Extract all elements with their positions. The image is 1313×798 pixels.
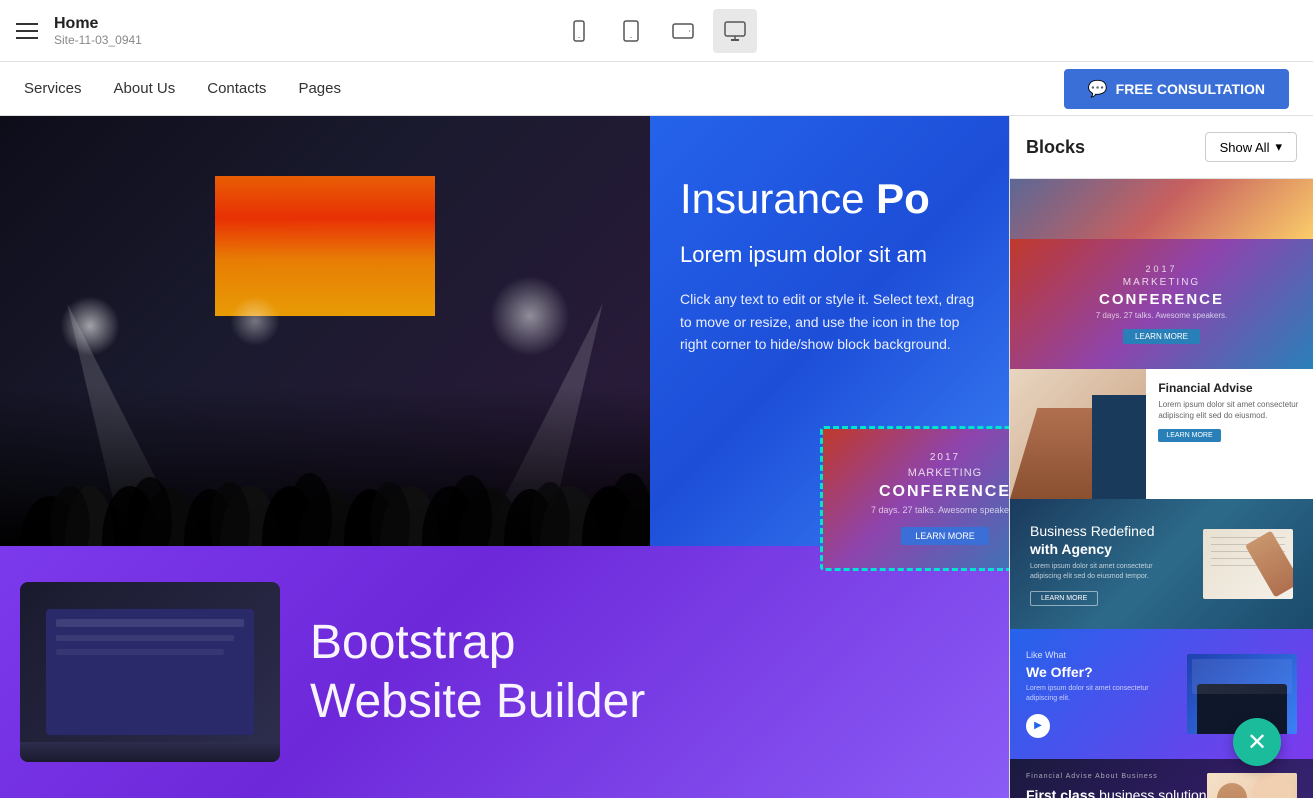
dashed-card-conference: CONFERENCE xyxy=(879,483,1009,501)
hero-title-insurance: Insurance xyxy=(680,175,876,222)
laptop-keyboard xyxy=(20,742,280,762)
show-all-button[interactable]: Show All ▾ xyxy=(1205,132,1297,162)
hero-title: Insurance Po xyxy=(680,176,979,222)
block-partial-top[interactable] xyxy=(1010,179,1313,239)
bo-title: We Offer? xyxy=(1026,664,1166,680)
bb-learn-more-btn[interactable]: LEARN MORE xyxy=(1030,591,1098,606)
bootstrap-section: Bootstrap Website Builder xyxy=(0,546,1009,798)
financial-content: Financial Advise Lorem ipsum dolor sit a… xyxy=(1146,369,1313,499)
bm-conference: CONFERENCE xyxy=(1099,291,1224,308)
sidebar-blocks-list: 2017 MARKETING CONFERENCE 7 days. 27 tal… xyxy=(1010,179,1313,798)
top-bar: Home Site-11-03_0941 xyxy=(0,0,1313,62)
bm-year: 2017 xyxy=(1145,264,1177,274)
bf-text: Lorem ipsum dolor sit amet consectetur a… xyxy=(1158,399,1301,421)
block-business-redefined[interactable]: Business Redefined with Agency Lorem ips… xyxy=(1010,499,1313,629)
laptop-image xyxy=(20,582,280,762)
hero-subtitle: Lorem ipsum dolor sit am xyxy=(680,242,979,268)
chevron-down-icon: ▾ xyxy=(1275,139,1282,155)
landscape-tablet-device-icon[interactable] xyxy=(661,9,705,53)
site-id: Site-11-03_0941 xyxy=(54,33,142,47)
block-marketing-conference[interactable]: 2017 MARKETING CONFERENCE 7 days. 27 tal… xyxy=(1010,239,1313,369)
bo-pre: Like What xyxy=(1026,650,1166,660)
hero-body-text: Click any text to edit or style it. Sele… xyxy=(680,288,979,355)
bfc-image-right xyxy=(1207,773,1297,798)
close-fab-button[interactable]: ✕ xyxy=(1233,718,1281,766)
crowd-svg xyxy=(0,346,650,546)
cta-label: FREE CONSULTATION xyxy=(1116,81,1265,97)
business-image-right xyxy=(1203,529,1293,599)
sidebar-header: Blocks Show All ▾ xyxy=(1010,116,1313,179)
hamburger-menu[interactable] xyxy=(16,23,38,39)
blocks-sidebar: Blocks Show All ▾ 2017 MARKETING CONFERE… xyxy=(1009,116,1313,798)
nav-link-services[interactable]: Services xyxy=(24,80,82,97)
hero-title-bold: Po xyxy=(876,175,930,222)
block-first-class[interactable]: Financial Advise About Business First cl… xyxy=(1010,759,1313,798)
bm-learn-more-btn[interactable]: LEARN MORE xyxy=(1123,329,1200,344)
laptop-screen xyxy=(46,609,254,735)
bo-body-text: Lorem ipsum dolor sit amet consectetur a… xyxy=(1026,684,1166,704)
dashed-card-marketing: MARKETING xyxy=(908,467,982,479)
bo-title-we: We Offer? xyxy=(1026,664,1093,680)
bb-title: Business Redefined with Agency xyxy=(1030,522,1160,558)
financial-image xyxy=(1010,369,1146,499)
bb-body-text: Lorem ipsum dolor sit amet consectetur a… xyxy=(1030,562,1160,582)
sidebar-title: Blocks xyxy=(1026,137,1085,158)
canvas: Insurance Po Lorem ipsum dolor sit am Cl… xyxy=(0,116,1009,798)
dashed-card-subtitle: 7 days. 27 talks. Awesome speakers. xyxy=(871,505,1009,515)
nav-link-pages[interactable]: Pages xyxy=(298,80,341,97)
home-info: Home Site-11-03_0941 xyxy=(54,15,142,47)
spotlight-left xyxy=(60,296,120,356)
dragging-block-card[interactable]: 2017 MARKETING CONFERENCE 7 days. 27 tal… xyxy=(820,426,1009,571)
dashed-card-learn-more-btn[interactable]: LEARN MORE xyxy=(901,527,989,545)
bm-subtitle: 7 days. 27 talks. Awesome speakers. xyxy=(1096,311,1227,320)
offer-content-left: Like What We Offer? Lorem ipsum dolor si… xyxy=(1026,650,1166,738)
cta-button[interactable]: 💬 FREE CONSULTATION xyxy=(1064,69,1289,109)
bb-title-agency: with Agency xyxy=(1030,541,1112,557)
hero-concert-image xyxy=(0,116,650,546)
block-financial-advise[interactable]: Financial Advise Lorem ipsum dolor sit a… xyxy=(1010,369,1313,499)
bootstrap-text: Bootstrap Website Builder xyxy=(310,615,645,729)
bootstrap-line1: Bootstrap xyxy=(310,615,645,670)
offer-play-button[interactable]: ▶ xyxy=(1026,714,1050,738)
home-title: Home xyxy=(54,15,142,33)
main-area: Insurance Po Lorem ipsum dolor sit am Cl… xyxy=(0,116,1313,798)
bf-title: Financial Advise xyxy=(1158,381,1301,395)
concert-screen xyxy=(215,176,435,316)
tablet-device-icon[interactable] xyxy=(609,9,653,53)
bm-marketing: MARKETING xyxy=(1123,277,1200,288)
bfc-title-pre: First class xyxy=(1026,787,1095,798)
mobile-device-icon[interactable] xyxy=(557,9,601,53)
nav-link-contacts[interactable]: Contacts xyxy=(207,80,266,97)
bootstrap-line2: Website Builder xyxy=(310,674,645,729)
desktop-device-icon[interactable] xyxy=(713,9,757,53)
nav-bar: Services About Us Contacts Pages 💬 FREE … xyxy=(0,62,1313,116)
dashed-card-year: 2017 xyxy=(930,452,960,463)
business-content-left: Business Redefined with Agency Lorem ips… xyxy=(1030,522,1160,607)
spotlight-center xyxy=(230,296,280,346)
chat-icon: 💬 xyxy=(1088,79,1108,99)
show-all-label: Show All xyxy=(1220,140,1270,155)
device-switcher xyxy=(557,9,757,53)
spotlight-right xyxy=(490,276,570,356)
bb-title-text: Business Redefined xyxy=(1030,523,1155,539)
bf-learn-more-btn[interactable]: LEARN MORE xyxy=(1158,429,1220,442)
nav-link-about[interactable]: About Us xyxy=(114,80,176,97)
